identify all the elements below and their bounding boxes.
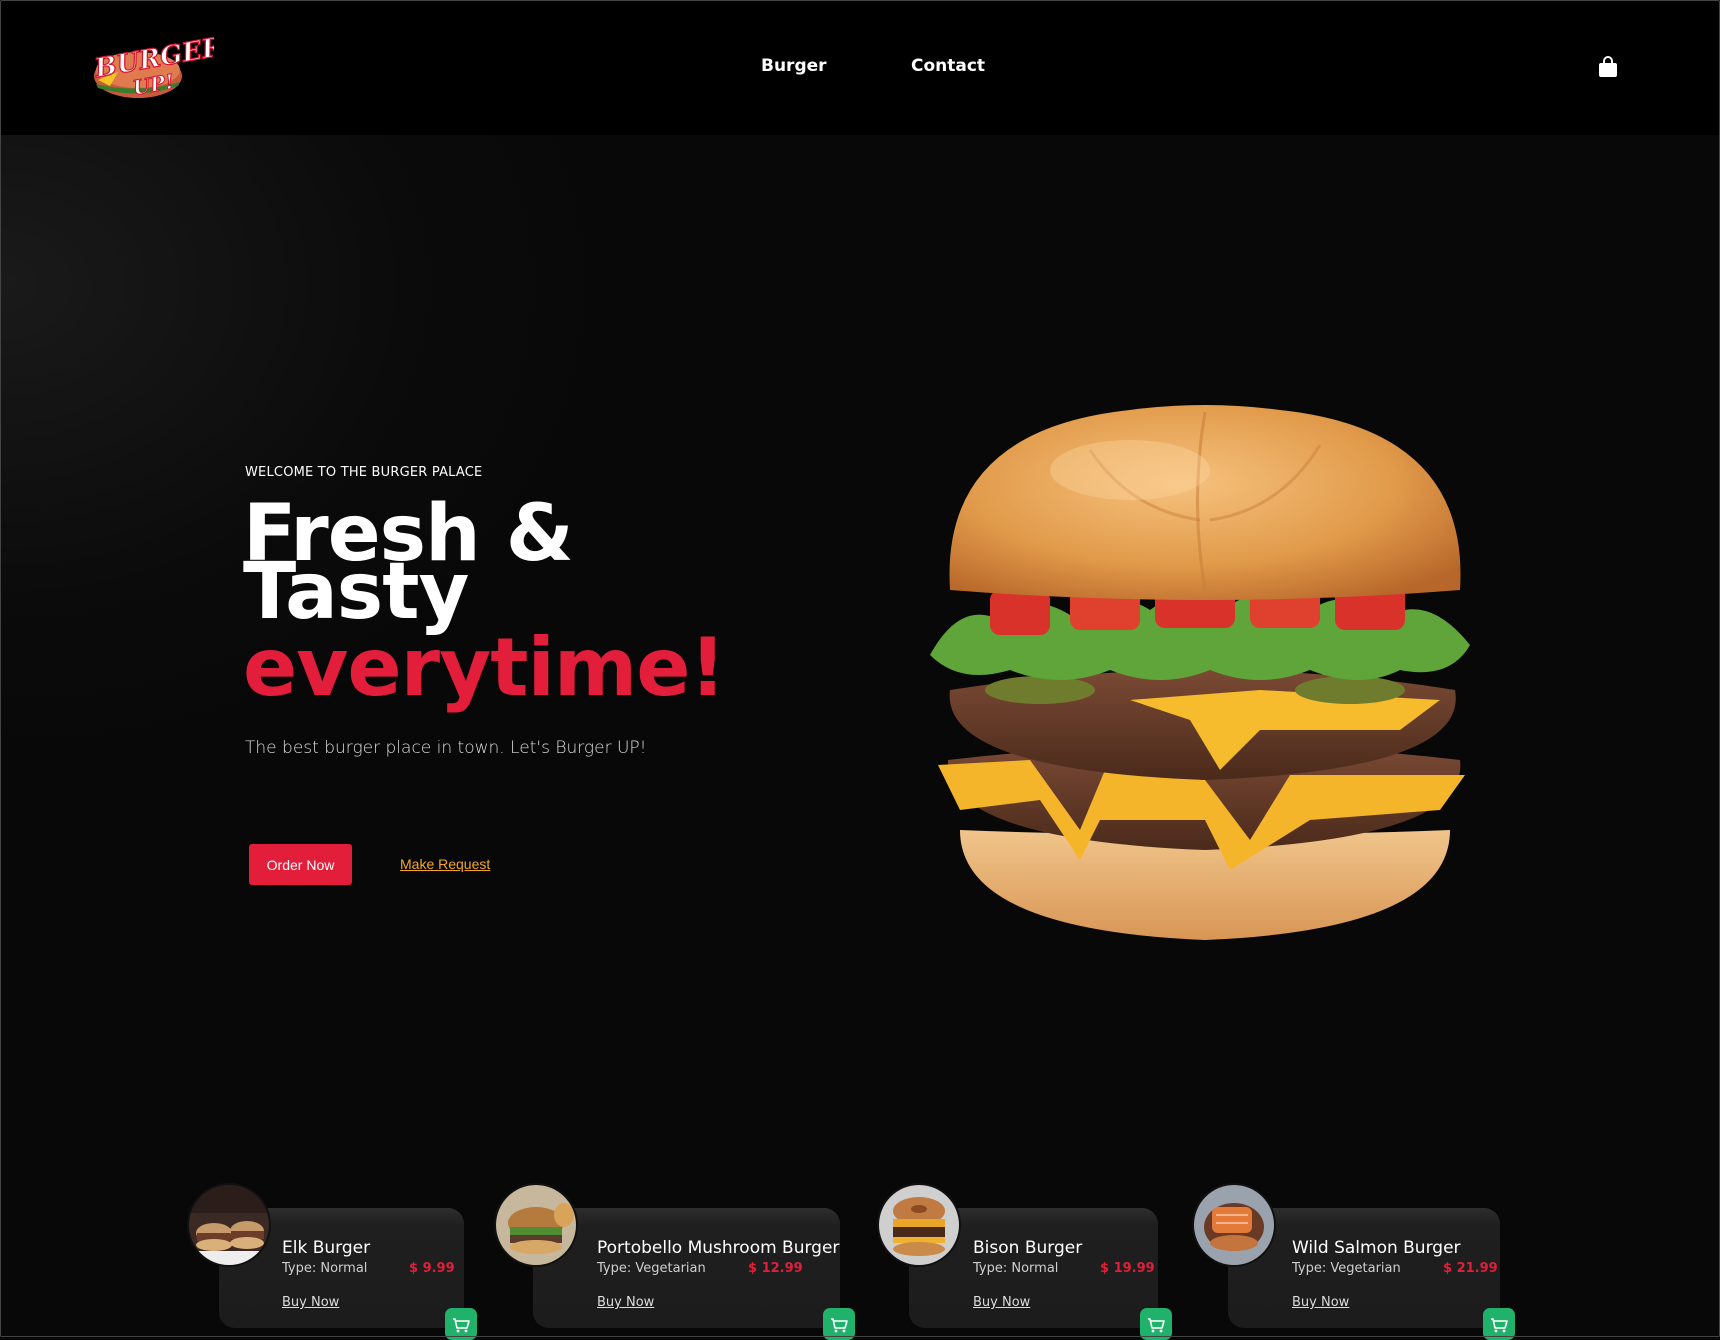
buy-now-link[interactable]: Buy Now [1292, 1295, 1349, 1310]
buy-now-link[interactable]: Buy Now [597, 1295, 654, 1310]
nav-link-burger[interactable]: Burger [761, 56, 827, 76]
nav-link-contact[interactable]: Contact [911, 56, 985, 76]
hero-headline-line3: everytime! [243, 621, 726, 714]
product-thumb-bison[interactable] [879, 1185, 959, 1265]
buy-now-link[interactable]: Buy Now [282, 1295, 339, 1310]
product-price: $ 9.99 [409, 1261, 455, 1276]
hero-eyebrow: WELCOME TO THE BURGER PALACE [245, 465, 483, 480]
product-name: Bison Burger [973, 1238, 1083, 1258]
product-thumb-salmon[interactable] [1194, 1185, 1274, 1265]
hero-tagline: The best burger place in town. Let's Bur… [245, 738, 647, 758]
product-price: $ 21.99 [1443, 1261, 1498, 1276]
product-type: Type: Vegetarian [1292, 1261, 1401, 1276]
product-thumb-portobello[interactable] [496, 1185, 576, 1265]
shopping-cart-icon[interactable] [1483, 1308, 1515, 1340]
product-name: Wild Salmon Burger [1292, 1238, 1461, 1258]
shopping-cart-icon[interactable] [445, 1308, 477, 1340]
product-type: Type: Normal [282, 1261, 368, 1276]
product-name: Portobello Mushroom Burger [597, 1238, 840, 1258]
make-request-link[interactable]: Make Request [400, 856, 490, 872]
shopping-bag-icon[interactable] [1597, 56, 1619, 78]
product-type: Type: Normal [973, 1261, 1059, 1276]
product-price: $ 19.99 [1100, 1261, 1155, 1276]
product-name: Elk Burger [282, 1238, 371, 1258]
product-thumb-elk[interactable] [189, 1185, 269, 1265]
product-type: Type: Vegetarian [597, 1261, 706, 1276]
brand-logo[interactable]: BURGER UP! [88, 28, 214, 102]
hero-headline-line2: Tasty [243, 547, 469, 637]
shopping-cart-icon[interactable] [823, 1308, 855, 1340]
shopping-cart-icon[interactable] [1140, 1308, 1172, 1340]
buy-now-link[interactable]: Buy Now [973, 1295, 1030, 1310]
product-price: $ 12.99 [748, 1261, 803, 1276]
hero-burger-image [930, 405, 1470, 940]
order-now-button[interactable]: Order Now [249, 844, 352, 885]
site-header: BURGER UP! Burger Contact [0, 0, 1720, 135]
